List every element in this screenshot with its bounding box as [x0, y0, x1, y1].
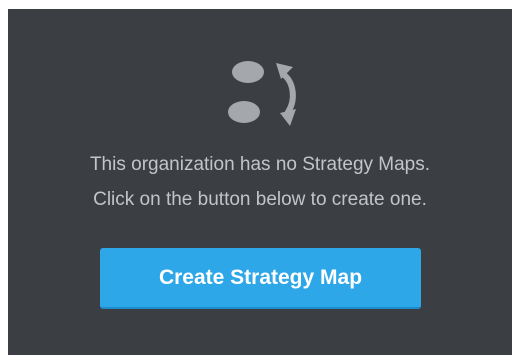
empty-state-message-line-1: This organization has no Strategy Maps. [89, 154, 431, 175]
strategy-map-empty-icon [228, 61, 296, 126]
empty-state-panel: This organization has no Strategy Maps. … [8, 9, 512, 355]
create-strategy-map-button[interactable]: Create Strategy Map [100, 248, 421, 309]
empty-state-message-line-2: Click on the button below to create one. [93, 189, 427, 210]
